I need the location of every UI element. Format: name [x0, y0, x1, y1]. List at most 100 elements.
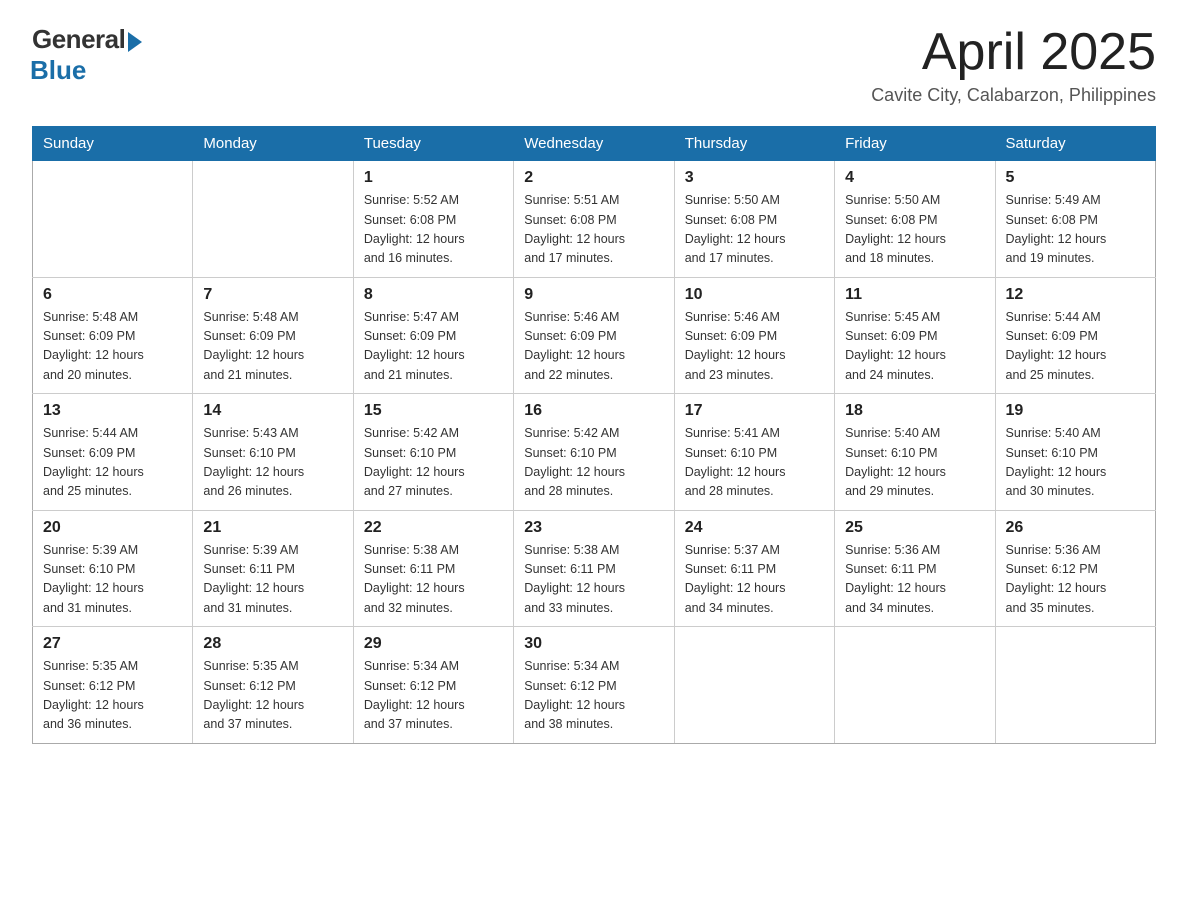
- day-info: Sunrise: 5:40 AM Sunset: 6:10 PM Dayligh…: [845, 424, 984, 502]
- month-year-title: April 2025: [871, 24, 1156, 81]
- day-info: Sunrise: 5:46 AM Sunset: 6:09 PM Dayligh…: [524, 308, 663, 386]
- day-info: Sunrise: 5:44 AM Sunset: 6:09 PM Dayligh…: [1006, 308, 1145, 386]
- calendar-header-thursday: Thursday: [674, 127, 834, 161]
- calendar-cell: 21 Sunrise: 5:39 AM Sunset: 6:11 PM Dayli…: [193, 510, 353, 627]
- location-subtitle: Cavite City, Calabarzon, Philippines: [871, 85, 1156, 106]
- calendar-cell: 18Sunrise: 5:40 AM Sunset: 6:10 PM Dayli…: [835, 394, 995, 511]
- logo-general-text: General: [32, 24, 125, 55]
- day-number: 2: [524, 169, 663, 187]
- day-info: Sunrise: 5:39 AM Sunset: 6:11 PM Dayligh…: [203, 541, 342, 619]
- day-number: 13: [43, 402, 182, 420]
- calendar-header-sunday: Sunday: [33, 127, 193, 161]
- day-info: Sunrise: 5:35 AM Sunset: 6:12 PM Dayligh…: [203, 657, 342, 735]
- calendar-cell: 26 Sunrise: 5:36 AM Sunset: 6:12 PM Dayli…: [995, 510, 1155, 627]
- day-number: 8: [364, 286, 503, 304]
- calendar-cell: 5 Sunrise: 5:49 AM Sunset: 6:08 PM Daylig…: [995, 161, 1155, 278]
- day-info: Sunrise: 5:47 AM Sunset: 6:09 PM Dayligh…: [364, 308, 503, 386]
- title-block: April 2025 Cavite City, Calabarzon, Phil…: [871, 24, 1156, 106]
- day-number: 11: [845, 286, 984, 304]
- day-number: 26: [1006, 519, 1145, 537]
- calendar-cell: 20Sunrise: 5:39 AM Sunset: 6:10 PM Dayli…: [33, 510, 193, 627]
- calendar-cell: 19 Sunrise: 5:40 AM Sunset: 6:10 PM Dayli…: [995, 394, 1155, 511]
- calendar-cell: 17Sunrise: 5:41 AM Sunset: 6:10 PM Dayli…: [674, 394, 834, 511]
- day-number: 19: [1006, 402, 1145, 420]
- day-info: Sunrise: 5:48 AM Sunset: 6:09 PM Dayligh…: [43, 308, 182, 386]
- day-info: Sunrise: 5:40 AM Sunset: 6:10 PM Dayligh…: [1006, 424, 1145, 502]
- day-number: 12: [1006, 286, 1145, 304]
- calendar-cell: 22 Sunrise: 5:38 AM Sunset: 6:11 PM Dayli…: [353, 510, 513, 627]
- day-info: Sunrise: 5:35 AM Sunset: 6:12 PM Dayligh…: [43, 657, 182, 735]
- calendar-cell: 12 Sunrise: 5:44 AM Sunset: 6:09 PM Dayli…: [995, 277, 1155, 394]
- calendar-cell: 23 Sunrise: 5:38 AM Sunset: 6:11 PM Dayli…: [514, 510, 674, 627]
- calendar-cell: 13 Sunrise: 5:44 AM Sunset: 6:09 PM Dayli…: [33, 394, 193, 511]
- calendar-cell: 11 Sunrise: 5:45 AM Sunset: 6:09 PM Dayli…: [835, 277, 995, 394]
- calendar-cell: [33, 161, 193, 278]
- calendar-week-row: 20Sunrise: 5:39 AM Sunset: 6:10 PM Dayli…: [33, 510, 1156, 627]
- calendar-header-tuesday: Tuesday: [353, 127, 513, 161]
- day-number: 21: [203, 519, 342, 537]
- day-info: Sunrise: 5:46 AM Sunset: 6:09 PM Dayligh…: [685, 308, 824, 386]
- calendar-cell: 9 Sunrise: 5:46 AM Sunset: 6:09 PM Daylig…: [514, 277, 674, 394]
- day-info: Sunrise: 5:51 AM Sunset: 6:08 PM Dayligh…: [524, 191, 663, 269]
- page-header: General Blue April 2025 Cavite City, Cal…: [32, 24, 1156, 106]
- day-number: 24: [685, 519, 824, 537]
- day-number: 9: [524, 286, 663, 304]
- day-info: Sunrise: 5:50 AM Sunset: 6:08 PM Dayligh…: [845, 191, 984, 269]
- logo: General Blue: [32, 24, 142, 86]
- day-info: Sunrise: 5:38 AM Sunset: 6:11 PM Dayligh…: [524, 541, 663, 619]
- calendar-cell: [835, 627, 995, 744]
- day-info: Sunrise: 5:44 AM Sunset: 6:09 PM Dayligh…: [43, 424, 182, 502]
- calendar-week-row: 1Sunrise: 5:52 AM Sunset: 6:08 PM Daylig…: [33, 161, 1156, 278]
- day-number: 16: [524, 402, 663, 420]
- day-number: 29: [364, 635, 503, 653]
- day-number: 23: [524, 519, 663, 537]
- day-number: 14: [203, 402, 342, 420]
- day-number: 22: [364, 519, 503, 537]
- calendar-cell: 8 Sunrise: 5:47 AM Sunset: 6:09 PM Daylig…: [353, 277, 513, 394]
- calendar-header-monday: Monday: [193, 127, 353, 161]
- day-number: 10: [685, 286, 824, 304]
- calendar-cell: 28Sunrise: 5:35 AM Sunset: 6:12 PM Dayli…: [193, 627, 353, 744]
- calendar-cell: 1Sunrise: 5:52 AM Sunset: 6:08 PM Daylig…: [353, 161, 513, 278]
- calendar-cell: 24 Sunrise: 5:37 AM Sunset: 6:11 PM Dayli…: [674, 510, 834, 627]
- day-info: Sunrise: 5:49 AM Sunset: 6:08 PM Dayligh…: [1006, 191, 1145, 269]
- calendar-cell: 7 Sunrise: 5:48 AM Sunset: 6:09 PM Daylig…: [193, 277, 353, 394]
- day-info: Sunrise: 5:34 AM Sunset: 6:12 PM Dayligh…: [364, 657, 503, 735]
- calendar-cell: 2 Sunrise: 5:51 AM Sunset: 6:08 PM Daylig…: [514, 161, 674, 278]
- day-number: 15: [364, 402, 503, 420]
- day-number: 17: [685, 402, 824, 420]
- calendar-cell: 25 Sunrise: 5:36 AM Sunset: 6:11 PM Dayli…: [835, 510, 995, 627]
- day-number: 3: [685, 169, 824, 187]
- calendar-cell: 30Sunrise: 5:34 AM Sunset: 6:12 PM Dayli…: [514, 627, 674, 744]
- day-info: Sunrise: 5:42 AM Sunset: 6:10 PM Dayligh…: [524, 424, 663, 502]
- calendar-cell: 10 Sunrise: 5:46 AM Sunset: 6:09 PM Dayli…: [674, 277, 834, 394]
- day-number: 5: [1006, 169, 1145, 187]
- calendar-cell: 29 Sunrise: 5:34 AM Sunset: 6:12 PM Dayli…: [353, 627, 513, 744]
- day-info: Sunrise: 5:52 AM Sunset: 6:08 PM Dayligh…: [364, 191, 503, 269]
- day-number: 30: [524, 635, 663, 653]
- calendar-table: SundayMondayTuesdayWednesdayThursdayFrid…: [32, 126, 1156, 744]
- day-number: 7: [203, 286, 342, 304]
- calendar-header-row: SundayMondayTuesdayWednesdayThursdayFrid…: [33, 127, 1156, 161]
- day-info: Sunrise: 5:48 AM Sunset: 6:09 PM Dayligh…: [203, 308, 342, 386]
- day-number: 25: [845, 519, 984, 537]
- calendar-cell: 27Sunrise: 5:35 AM Sunset: 6:12 PM Dayli…: [33, 627, 193, 744]
- day-info: Sunrise: 5:36 AM Sunset: 6:11 PM Dayligh…: [845, 541, 984, 619]
- day-info: Sunrise: 5:45 AM Sunset: 6:09 PM Dayligh…: [845, 308, 984, 386]
- logo-arrow-icon: [128, 32, 142, 52]
- day-info: Sunrise: 5:38 AM Sunset: 6:11 PM Dayligh…: [364, 541, 503, 619]
- calendar-cell: [995, 627, 1155, 744]
- calendar-cell: 4 Sunrise: 5:50 AM Sunset: 6:08 PM Daylig…: [835, 161, 995, 278]
- calendar-week-row: 6Sunrise: 5:48 AM Sunset: 6:09 PM Daylig…: [33, 277, 1156, 394]
- day-number: 4: [845, 169, 984, 187]
- calendar-cell: [674, 627, 834, 744]
- day-info: Sunrise: 5:43 AM Sunset: 6:10 PM Dayligh…: [203, 424, 342, 502]
- day-info: Sunrise: 5:50 AM Sunset: 6:08 PM Dayligh…: [685, 191, 824, 269]
- day-info: Sunrise: 5:37 AM Sunset: 6:11 PM Dayligh…: [685, 541, 824, 619]
- calendar-week-row: 27Sunrise: 5:35 AM Sunset: 6:12 PM Dayli…: [33, 627, 1156, 744]
- calendar-cell: 14 Sunrise: 5:43 AM Sunset: 6:10 PM Dayli…: [193, 394, 353, 511]
- day-number: 20: [43, 519, 182, 537]
- logo-blue-text: Blue: [30, 55, 86, 86]
- day-info: Sunrise: 5:42 AM Sunset: 6:10 PM Dayligh…: [364, 424, 503, 502]
- day-info: Sunrise: 5:36 AM Sunset: 6:12 PM Dayligh…: [1006, 541, 1145, 619]
